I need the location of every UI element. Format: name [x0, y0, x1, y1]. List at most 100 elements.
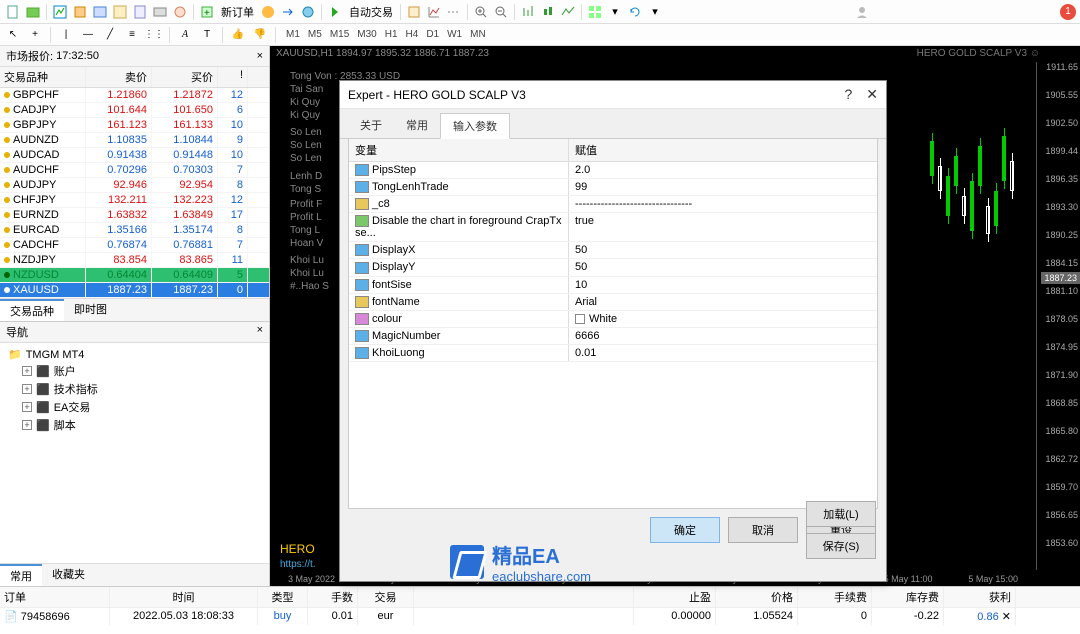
param-row[interactable]: fontNameArial: [349, 294, 877, 311]
term-col-profit[interactable]: 获利: [944, 587, 1016, 607]
options-icon[interactable]: [299, 3, 317, 21]
market-row-audnzd[interactable]: AUDNZD1.108351.108449: [0, 133, 269, 148]
tab-about[interactable]: 关于: [348, 113, 394, 138]
term-col-order[interactable]: 订单: [0, 587, 110, 607]
market-row-xauusd[interactable]: XAUUSD1887.231887.230: [0, 283, 269, 298]
expand-icon[interactable]: +: [22, 384, 32, 394]
crosshair-icon[interactable]: +: [26, 26, 44, 44]
param-row[interactable]: DisplayX50: [349, 242, 877, 259]
tree-item[interactable]: +⬛脚本: [4, 416, 265, 434]
timeframe-d1[interactable]: D1: [422, 28, 443, 41]
market-row-audcad[interactable]: AUDCAD0.914380.9144810: [0, 148, 269, 163]
tab-favorites[interactable]: 收藏夹: [42, 564, 95, 586]
ok-button[interactable]: 确定: [650, 517, 720, 543]
col-spread[interactable]: !: [218, 67, 248, 87]
market-row-cadchf[interactable]: CADCHF0.768740.768817: [0, 238, 269, 253]
term-col-swap[interactable]: 库存费: [872, 587, 944, 607]
col-bid[interactable]: 卖价: [86, 67, 152, 87]
terminal-icon[interactable]: [151, 3, 169, 21]
save-button[interactable]: 保存(S): [806, 533, 876, 559]
term-col-lots[interactable]: 手数: [308, 587, 358, 607]
tab-symbols[interactable]: 交易品种: [0, 299, 64, 321]
terminal-order-row[interactable]: 📄 79458696 2022.05.03 18:08:33 buy 0.01 …: [0, 608, 1080, 625]
load-button[interactable]: 加载(L): [806, 501, 876, 527]
user-icon[interactable]: [853, 3, 871, 21]
cursor-icon[interactable]: ↖: [4, 26, 22, 44]
folder-icon[interactable]: [24, 3, 42, 21]
navigator-icon[interactable]: [131, 3, 149, 21]
term-col-comm[interactable]: 手续费: [798, 587, 872, 607]
market-row-cadjpy[interactable]: CADJPY101.644101.6506: [0, 103, 269, 118]
expand-icon[interactable]: +: [22, 366, 32, 376]
tester-icon[interactable]: [171, 3, 189, 21]
tab-common[interactable]: 常用: [394, 113, 440, 138]
goto-icon[interactable]: [279, 3, 297, 21]
param-row[interactable]: MagicNumber6666: [349, 328, 877, 345]
param-row[interactable]: DisplayY50: [349, 259, 877, 276]
new-order-button[interactable]: 新订单: [218, 4, 257, 20]
tree-root[interactable]: 📁 TMGM MT4: [4, 347, 265, 362]
col-ask[interactable]: 买价: [152, 67, 218, 87]
close-icon[interactable]: ×: [257, 324, 263, 336]
market-row-audchf[interactable]: AUDCHF0.702960.703037: [0, 163, 269, 178]
new-order-icon[interactable]: +: [198, 3, 216, 21]
param-row[interactable]: KhoiLuong0.01: [349, 345, 877, 362]
tab-inputs[interactable]: 输入参数: [440, 113, 510, 139]
help-icon[interactable]: ?: [844, 86, 852, 103]
param-col-value[interactable]: 赋值: [569, 139, 877, 161]
dropdown-icon[interactable]: ▾: [646, 3, 664, 21]
market-row-audjpy[interactable]: AUDJPY92.94692.9548: [0, 178, 269, 193]
market-row-nzdusd[interactable]: NZDUSD0.644040.644095: [0, 268, 269, 283]
new-file-icon[interactable]: [4, 3, 22, 21]
refresh-icon[interactable]: [626, 3, 644, 21]
indicator-list-icon[interactable]: [405, 3, 423, 21]
param-row[interactable]: PipsStep2.0: [349, 162, 877, 179]
market-row-eurnzd[interactable]: EURNZD1.638321.6384917: [0, 208, 269, 223]
templates-icon[interactable]: [445, 3, 463, 21]
periodos-icon[interactable]: [425, 3, 443, 21]
term-col-type[interactable]: 类型: [258, 587, 308, 607]
tab-common[interactable]: 常用: [0, 564, 42, 586]
term-col-tp[interactable]: 止盈: [634, 587, 716, 607]
term-col-symbol[interactable]: 交易: [358, 587, 414, 607]
timeframe-h4[interactable]: H4: [402, 28, 423, 41]
tree-item[interactable]: +⬛账户: [4, 362, 265, 380]
timeframe-h1[interactable]: H1: [381, 28, 402, 41]
timeframe-m30[interactable]: M30: [353, 28, 380, 41]
cancel-button[interactable]: 取消: [728, 517, 798, 543]
timeframe-mn[interactable]: MN: [466, 28, 490, 41]
market-row-chfjpy[interactable]: CHFJPY132.211132.22312: [0, 193, 269, 208]
tree-item[interactable]: +⬛技术指标: [4, 380, 265, 398]
thumbs-down-icon[interactable]: 👎: [251, 26, 269, 44]
param-row[interactable]: _c8--------------------------------: [349, 196, 877, 213]
label-icon[interactable]: T: [198, 26, 216, 44]
close-icon[interactable]: ✕: [866, 86, 878, 103]
param-row[interactable]: fontSise10: [349, 277, 877, 294]
col-symbol[interactable]: 交易品种: [0, 67, 86, 87]
bar-chart-icon[interactable]: [519, 3, 537, 21]
fib-icon[interactable]: ⋮⋮: [145, 26, 163, 44]
param-col-name[interactable]: 变量: [349, 139, 569, 161]
notification-badge[interactable]: 1: [1060, 4, 1076, 20]
market-watch-icon[interactable]: [91, 3, 109, 21]
profiles-icon[interactable]: [71, 3, 89, 21]
text-icon[interactable]: A: [176, 26, 194, 44]
market-row-gbpchf[interactable]: GBPCHF1.218601.2187212: [0, 88, 269, 103]
market-row-nzdjpy[interactable]: NZDJPY83.85483.86511: [0, 253, 269, 268]
chart-window-icon[interactable]: [51, 3, 69, 21]
trendline-icon[interactable]: ╱: [101, 26, 119, 44]
candle-chart-icon[interactable]: [539, 3, 557, 21]
channel-icon[interactable]: ≡: [123, 26, 141, 44]
timeframe-m5[interactable]: M5: [304, 28, 326, 41]
metaquotes-icon[interactable]: [259, 3, 277, 21]
tree-item[interactable]: +⬛EA交易: [4, 398, 265, 416]
hline-icon[interactable]: —: [79, 26, 97, 44]
line-chart-icon[interactable]: [559, 3, 577, 21]
tile-icon[interactable]: [586, 3, 604, 21]
autotrade-button[interactable]: 自动交易: [346, 4, 396, 20]
timeframe-m1[interactable]: M1: [282, 28, 304, 41]
market-row-eurcad[interactable]: EURCAD1.351661.351748: [0, 223, 269, 238]
zoom-out-icon[interactable]: [492, 3, 510, 21]
data-window-icon[interactable]: [111, 3, 129, 21]
expand-icon[interactable]: +: [22, 402, 32, 412]
